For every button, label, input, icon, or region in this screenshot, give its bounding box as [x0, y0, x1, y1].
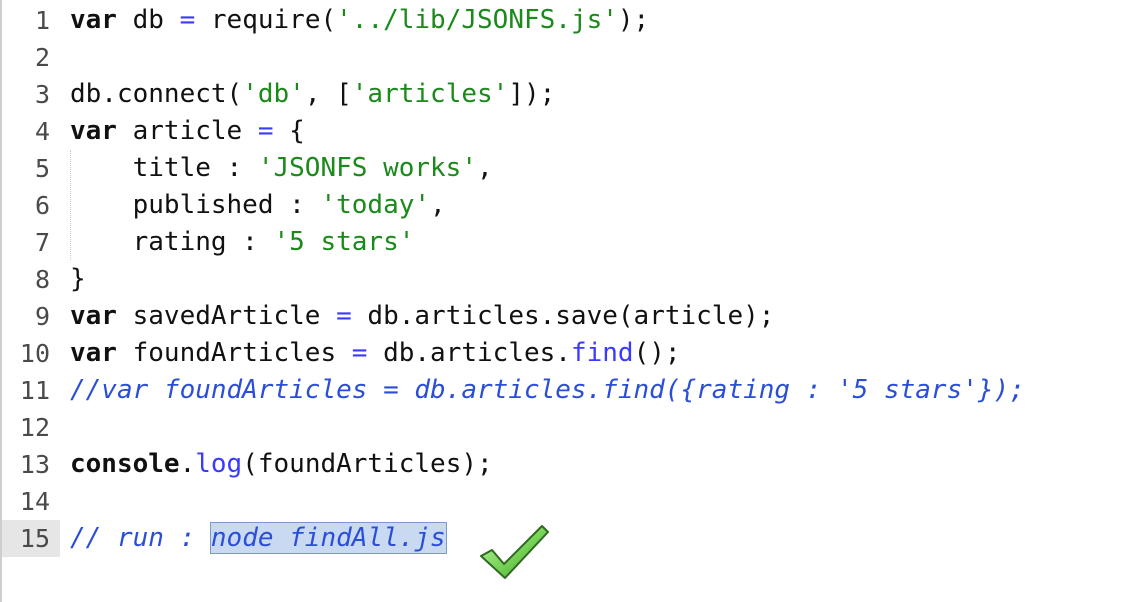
code-token: log — [195, 449, 243, 479]
code-token: db.articles.save(article); — [351, 301, 775, 331]
code-line[interactable]: 14 — [0, 483, 1122, 520]
code-text[interactable]: console.log(foundArticles); — [70, 446, 493, 483]
code-text[interactable]: rating : '5 stars' — [70, 224, 415, 261]
code-line[interactable]: 8} — [0, 261, 1122, 298]
code-token: 'db' — [242, 79, 305, 109]
code-token: (foundArticles); — [242, 449, 493, 479]
code-line[interactable]: 2 — [0, 39, 1122, 76]
code-line[interactable]: 11 //var foundArticles = db.articles.find… — [0, 372, 1122, 409]
line-number: 12 — [19, 413, 50, 442]
code-line[interactable]: 6 published : 'today', — [0, 187, 1122, 224]
code-token: ]); — [508, 79, 556, 109]
code-text[interactable]: //var foundArticles = db.articles.find({… — [70, 372, 1025, 409]
code-line[interactable]: 10 var foundArticles = db.articles.find()… — [0, 335, 1122, 372]
line-number: 11 — [19, 376, 50, 405]
code-text[interactable]: title : 'JSONFS works', — [70, 150, 493, 187]
code-token: title : — [70, 153, 258, 183]
code-token: = — [257, 116, 274, 146]
line-number: 1 — [34, 6, 50, 35]
code-token: 'articles' — [351, 79, 509, 109]
code-line[interactable]: 12 — [0, 409, 1122, 446]
code-token: var — [70, 338, 117, 368]
code-token: foundArticles — [116, 338, 352, 368]
code-line[interactable]: 15 // run : node findAll.js — [0, 520, 1122, 557]
code-token: db — [116, 5, 180, 35]
code-token: console — [70, 449, 180, 479]
line-number: 5 — [34, 154, 50, 183]
code-token: . — [179, 449, 196, 479]
line-number: 2 — [34, 43, 50, 72]
line-number: 13 — [19, 450, 50, 479]
line-number: 4 — [34, 117, 50, 146]
code-token: rating : — [70, 227, 274, 257]
line-number: 6 — [34, 191, 50, 220]
code-text[interactable]: } — [70, 261, 86, 298]
code-token: find — [570, 338, 634, 368]
code-line[interactable]: 4 var article = { — [0, 113, 1122, 150]
code-text[interactable]: // run : node findAll.js — [70, 520, 447, 557]
code-token: article — [116, 116, 258, 146]
code-token: = — [351, 338, 368, 368]
code-token: db.articles. — [367, 338, 571, 368]
code-text[interactable]: var db = require('../lib/JSONFS.js'); — [70, 2, 649, 39]
code-token: // run : — [70, 523, 211, 553]
code-token: 'today' — [320, 190, 431, 220]
code-token: = — [179, 5, 196, 35]
code-token: '5 stars' — [273, 227, 415, 257]
code-token: db.connect( — [70, 79, 243, 109]
code-token: var — [70, 301, 117, 331]
selected-text: node findAll.js — [209, 522, 447, 554]
code-editor[interactable]: 1 var db = require('../lib/JSONFS.js'); 2 3… — [0, 0, 1122, 602]
code-token: { — [273, 116, 305, 146]
code-token: //var foundArticles = db.articles.find({… — [70, 375, 1025, 405]
code-token: } — [70, 264, 86, 294]
line-number: 7 — [34, 228, 50, 257]
line-number: 10 — [19, 339, 50, 368]
code-token: require( — [195, 5, 337, 35]
code-token: savedArticle — [116, 301, 337, 331]
code-text[interactable]: var article = { — [70, 113, 305, 150]
code-line[interactable]: 1 var db = require('../lib/JSONFS.js'); — [0, 2, 1122, 39]
line-number: 9 — [34, 302, 50, 331]
code-text[interactable]: var foundArticles = db.articles.find(); — [70, 335, 681, 372]
code-text[interactable]: db.connect('db', ['articles']); — [70, 76, 555, 113]
code-line[interactable]: 3 db.connect('db', ['articles']); — [0, 76, 1122, 113]
code-line[interactable]: 7 rating : '5 stars' — [0, 224, 1122, 261]
code-token: '../lib/JSONFS.js' — [336, 5, 618, 35]
code-token: , — [430, 190, 446, 220]
code-text[interactable]: published : 'today', — [70, 187, 446, 224]
code-token: , — [477, 153, 493, 183]
code-token: var — [70, 5, 117, 35]
code-token: ); — [617, 5, 650, 35]
line-number: 14 — [19, 487, 50, 516]
code-token: (); — [633, 338, 681, 368]
code-token: , [ — [304, 79, 352, 109]
line-number: 8 — [34, 265, 50, 294]
code-token: var — [70, 116, 117, 146]
code-line[interactable]: 13 console.log(foundArticles); — [0, 446, 1122, 483]
code-token: = — [336, 301, 352, 331]
code-token: published : — [70, 190, 321, 220]
line-number: 3 — [34, 80, 50, 109]
code-text[interactable]: var savedArticle = db.articles.save(arti… — [70, 298, 774, 335]
line-number: 15 — [2, 520, 60, 557]
code-token: 'JSONFS works' — [257, 153, 477, 183]
code-line[interactable]: 5 title : 'JSONFS works', — [0, 150, 1122, 187]
code-line[interactable]: 9 var savedArticle = db.articles.save(art… — [0, 298, 1122, 335]
